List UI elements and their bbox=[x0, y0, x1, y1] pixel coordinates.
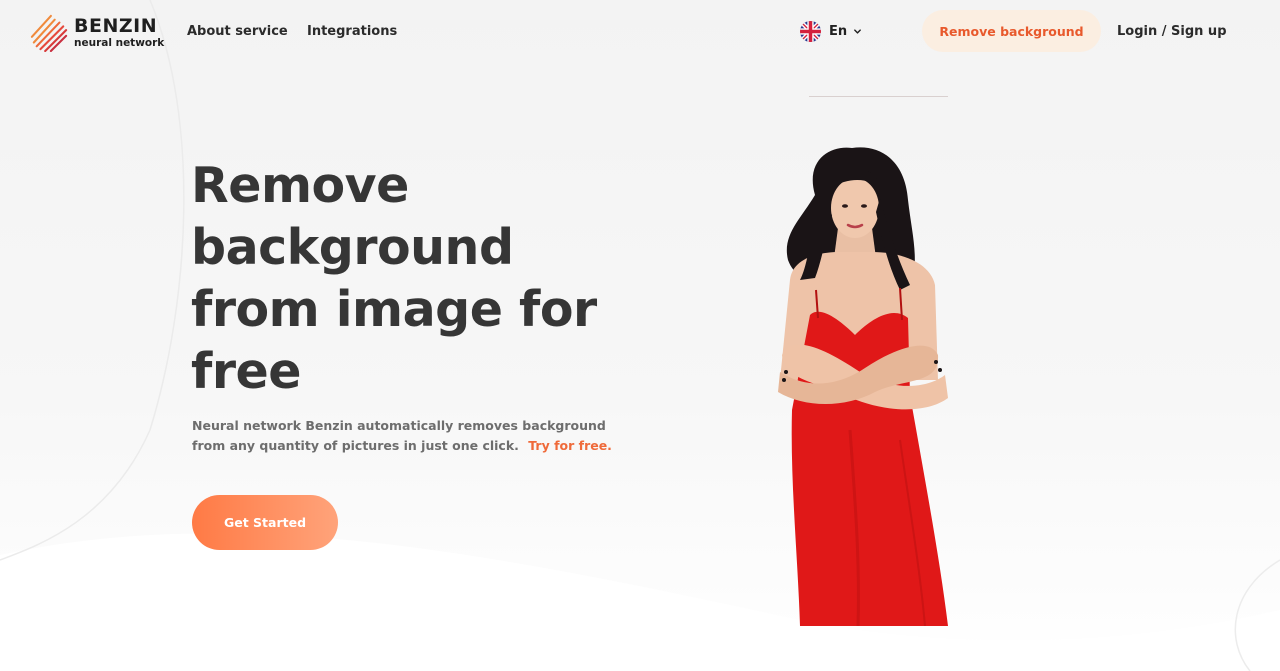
logo-subtitle: neural network bbox=[74, 37, 165, 50]
chevron-down-icon bbox=[854, 29, 862, 34]
try-for-free-link[interactable]: Try for free. bbox=[528, 438, 612, 453]
nav-about-service[interactable]: About service bbox=[187, 24, 288, 39]
language-label: En bbox=[829, 24, 848, 39]
hero-title: Remove background from image for free bbox=[191, 157, 597, 400]
hero-description: Neural network Benzin automatically remo… bbox=[192, 416, 612, 456]
benzin-logo-icon bbox=[30, 14, 68, 52]
divider-line bbox=[809, 96, 948, 97]
language-selector[interactable]: En bbox=[800, 21, 862, 42]
logo[interactable]: BENZIN neural network bbox=[30, 14, 164, 52]
remove-background-button[interactable]: Remove background bbox=[922, 10, 1101, 52]
get-started-button[interactable]: Get Started bbox=[192, 495, 338, 550]
nav-integrations[interactable]: Integrations bbox=[307, 24, 397, 39]
site-header: BENZIN neural network About service Inte… bbox=[0, 0, 1280, 64]
logo-name: BENZIN bbox=[74, 15, 158, 38]
uk-flag-icon bbox=[800, 21, 821, 42]
login-signup-link[interactable]: Login / Sign up bbox=[1117, 24, 1227, 39]
woman-photo bbox=[778, 147, 948, 626]
